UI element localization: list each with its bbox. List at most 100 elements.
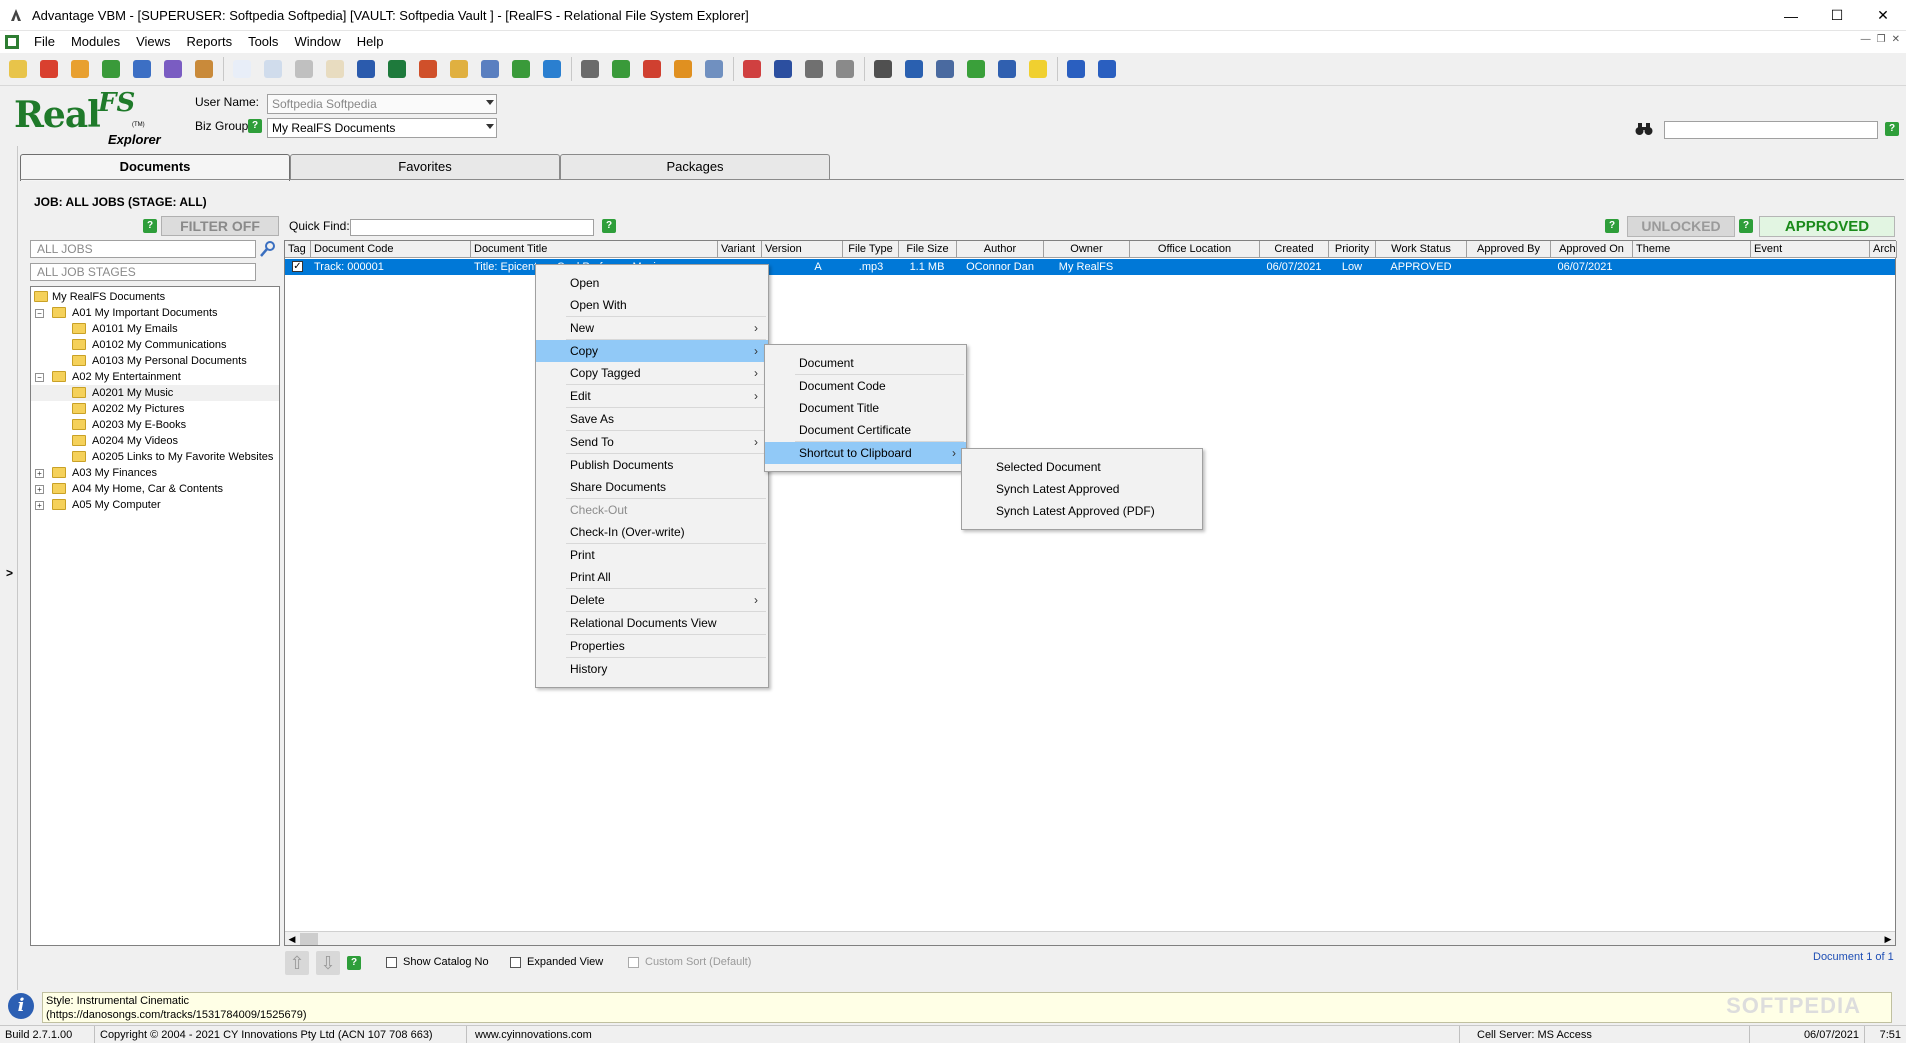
menu-item-selected-document[interactable]: Selected Document <box>962 456 1202 478</box>
edit-document-icon[interactable] <box>323 57 347 81</box>
column-header-document-title[interactable]: Document Title <box>471 241 718 258</box>
tree-item-a0201-my-music[interactable]: A0201 My Music <box>31 385 279 401</box>
move-up-button[interactable]: ⇧ <box>285 951 309 975</box>
menu-window[interactable]: Window <box>286 31 348 53</box>
scroll-thumb[interactable] <box>300 933 318 945</box>
barcode-icon[interactable] <box>578 57 602 81</box>
status-website[interactable]: www.cyinnovations.com <box>470 1026 1460 1043</box>
expand-icon[interactable]: + <box>35 501 44 510</box>
column-header-author[interactable]: Author <box>957 241 1044 258</box>
column-header-arch[interactable]: Arch <box>1870 241 1897 258</box>
column-header-tag[interactable]: Tag <box>285 241 311 258</box>
menu-item-history[interactable]: History <box>536 658 768 680</box>
go-orange-icon[interactable] <box>68 57 92 81</box>
mdi-document-icon[interactable] <box>4 34 20 50</box>
tree-item-a0102-my-communications[interactable]: A0102 My Communications <box>31 337 279 353</box>
tree-item-a0205-links-to-my-favorite-websites[interactable]: A0205 Links to My Favorite Websites <box>31 449 279 465</box>
tree-item-a05-my-computer[interactable]: + A05 My Computer <box>31 497 279 513</box>
approved-help-icon[interactable]: ? <box>1739 219 1753 233</box>
menu-item-properties[interactable]: Properties <box>536 635 768 657</box>
approve-document-icon[interactable] <box>609 57 633 81</box>
tree-item-a04-my-home-car-contents[interactable]: + A04 My Home, Car & Contents <box>31 481 279 497</box>
excel-icon[interactable] <box>385 57 409 81</box>
refresh-icon[interactable] <box>964 57 988 81</box>
filter-help-icon[interactable]: ? <box>143 219 157 233</box>
show-catalog-checkbox[interactable] <box>386 956 397 968</box>
menu-item-edit[interactable]: Edit › <box>536 385 768 407</box>
collapse-icon[interactable]: − <box>35 309 44 318</box>
binoculars-icon[interactable] <box>1635 121 1655 139</box>
tab-favorites[interactable]: Favorites <box>290 154 560 180</box>
menu-item-document-certificate[interactable]: Document Certificate <box>765 419 966 441</box>
lightbulb-icon[interactable] <box>1026 57 1050 81</box>
help-icon[interactable] <box>1064 57 1088 81</box>
approved-button[interactable]: APPROVED <box>1759 216 1895 237</box>
tab-packages[interactable]: Packages <box>560 154 830 180</box>
menu-item-new[interactable]: New › <box>536 317 768 339</box>
word-icon[interactable] <box>354 57 378 81</box>
menu-item-copy[interactable]: Copy › <box>536 340 768 362</box>
tag-checkbox[interactable]: ✓ <box>292 261 303 272</box>
recycle-icon[interactable] <box>640 57 664 81</box>
email-icon[interactable] <box>702 57 726 81</box>
column-header-office-location[interactable]: Office Location <box>1130 241 1260 258</box>
menu-item-print-all[interactable]: Print All <box>536 566 768 588</box>
column-header-event[interactable]: Event <box>1751 241 1870 258</box>
calendar-icon[interactable] <box>740 57 764 81</box>
expanded-view-checkbox[interactable] <box>510 956 521 968</box>
menu-file[interactable]: File <box>26 31 63 53</box>
tree-item-a01-my-important-documents[interactable]: − A01 My Important Documents <box>31 305 279 321</box>
unlocked-button[interactable]: UNLOCKED <box>1627 216 1735 237</box>
menu-item-document-title[interactable]: Document Title <box>765 397 966 419</box>
column-header-version[interactable]: Version <box>762 241 843 258</box>
menu-item-open-with[interactable]: Open With <box>536 294 768 316</box>
pen-icon[interactable] <box>995 57 1019 81</box>
cabinet-icon[interactable] <box>192 57 216 81</box>
menu-item-shortcut-to-clipboard[interactable]: Shortcut to Clipboard › <box>765 442 966 464</box>
close-button[interactable]: ✕ <box>1860 0 1906 31</box>
go-purple-icon[interactable] <box>161 57 185 81</box>
column-header-approved-on[interactable]: Approved On <box>1551 241 1633 258</box>
column-header-created[interactable]: Created <box>1260 241 1329 258</box>
attach-icon[interactable] <box>447 57 471 81</box>
menu-item-document[interactable]: Document <box>765 352 966 374</box>
global-search-help-icon[interactable]: ? <box>1885 122 1899 136</box>
mdi-minimize-icon[interactable]: — <box>1861 34 1871 45</box>
menu-tools[interactable]: Tools <box>240 31 286 53</box>
tree-item-a0101-my-emails[interactable]: A0101 My Emails <box>31 321 279 337</box>
biz-group-help-icon[interactable]: ? <box>248 119 262 133</box>
show-catalog-option[interactable]: Show Catalog No <box>386 956 489 968</box>
expand-arrow-icon[interactable]: > <box>6 566 13 580</box>
menu-item-document-code[interactable]: Document Code <box>765 375 966 397</box>
tree-item-a0204-my-videos[interactable]: A0204 My Videos <box>31 433 279 449</box>
column-header-work-status[interactable]: Work Status <box>1376 241 1467 258</box>
collapse-icon[interactable]: − <box>35 373 44 382</box>
copy-document-icon[interactable] <box>261 57 285 81</box>
search-document-icon[interactable] <box>292 57 316 81</box>
column-header-file-type[interactable]: File Type <box>843 241 899 258</box>
save-icon[interactable] <box>771 57 795 81</box>
search-jobs-icon[interactable] <box>259 240 277 258</box>
menu-item-copy-tagged[interactable]: Copy Tagged › <box>536 362 768 384</box>
powerpoint-icon[interactable] <box>416 57 440 81</box>
menu-item-print[interactable]: Print <box>536 544 768 566</box>
expand-icon[interactable]: + <box>35 485 44 494</box>
minimize-button[interactable]: — <box>1768 0 1814 31</box>
table-row[interactable]: ✓ Track: 000001 Title: Epicenter - Cool … <box>285 259 1895 275</box>
menu-item-share-documents[interactable]: Share Documents <box>536 476 768 498</box>
column-header-owner[interactable]: Owner <box>1044 241 1130 258</box>
menu-item-synch-latest-approved-pdf[interactable]: Synch Latest Approved (PDF) <box>962 500 1202 522</box>
tree-item-a0103-my-personal-documents[interactable]: A0103 My Personal Documents <box>31 353 279 369</box>
window-icon[interactable] <box>833 57 857 81</box>
menu-item-open[interactable]: Open <box>536 272 768 294</box>
biz-group-combo[interactable]: My RealFS Documents <box>267 118 497 138</box>
menu-reports[interactable]: Reports <box>179 31 241 53</box>
order-help-icon[interactable]: ? <box>347 956 361 970</box>
go-blue-icon[interactable] <box>130 57 154 81</box>
column-header-theme[interactable]: Theme <box>1633 241 1751 258</box>
menu-help[interactable]: Help <box>349 31 392 53</box>
go-green-icon[interactable] <box>99 57 123 81</box>
horizontal-scrollbar[interactable]: ◀ ▶ <box>285 931 1895 945</box>
column-header-document-code[interactable]: Document Code <box>311 241 471 258</box>
menu-item-synch-latest-approved[interactable]: Synch Latest Approved <box>962 478 1202 500</box>
